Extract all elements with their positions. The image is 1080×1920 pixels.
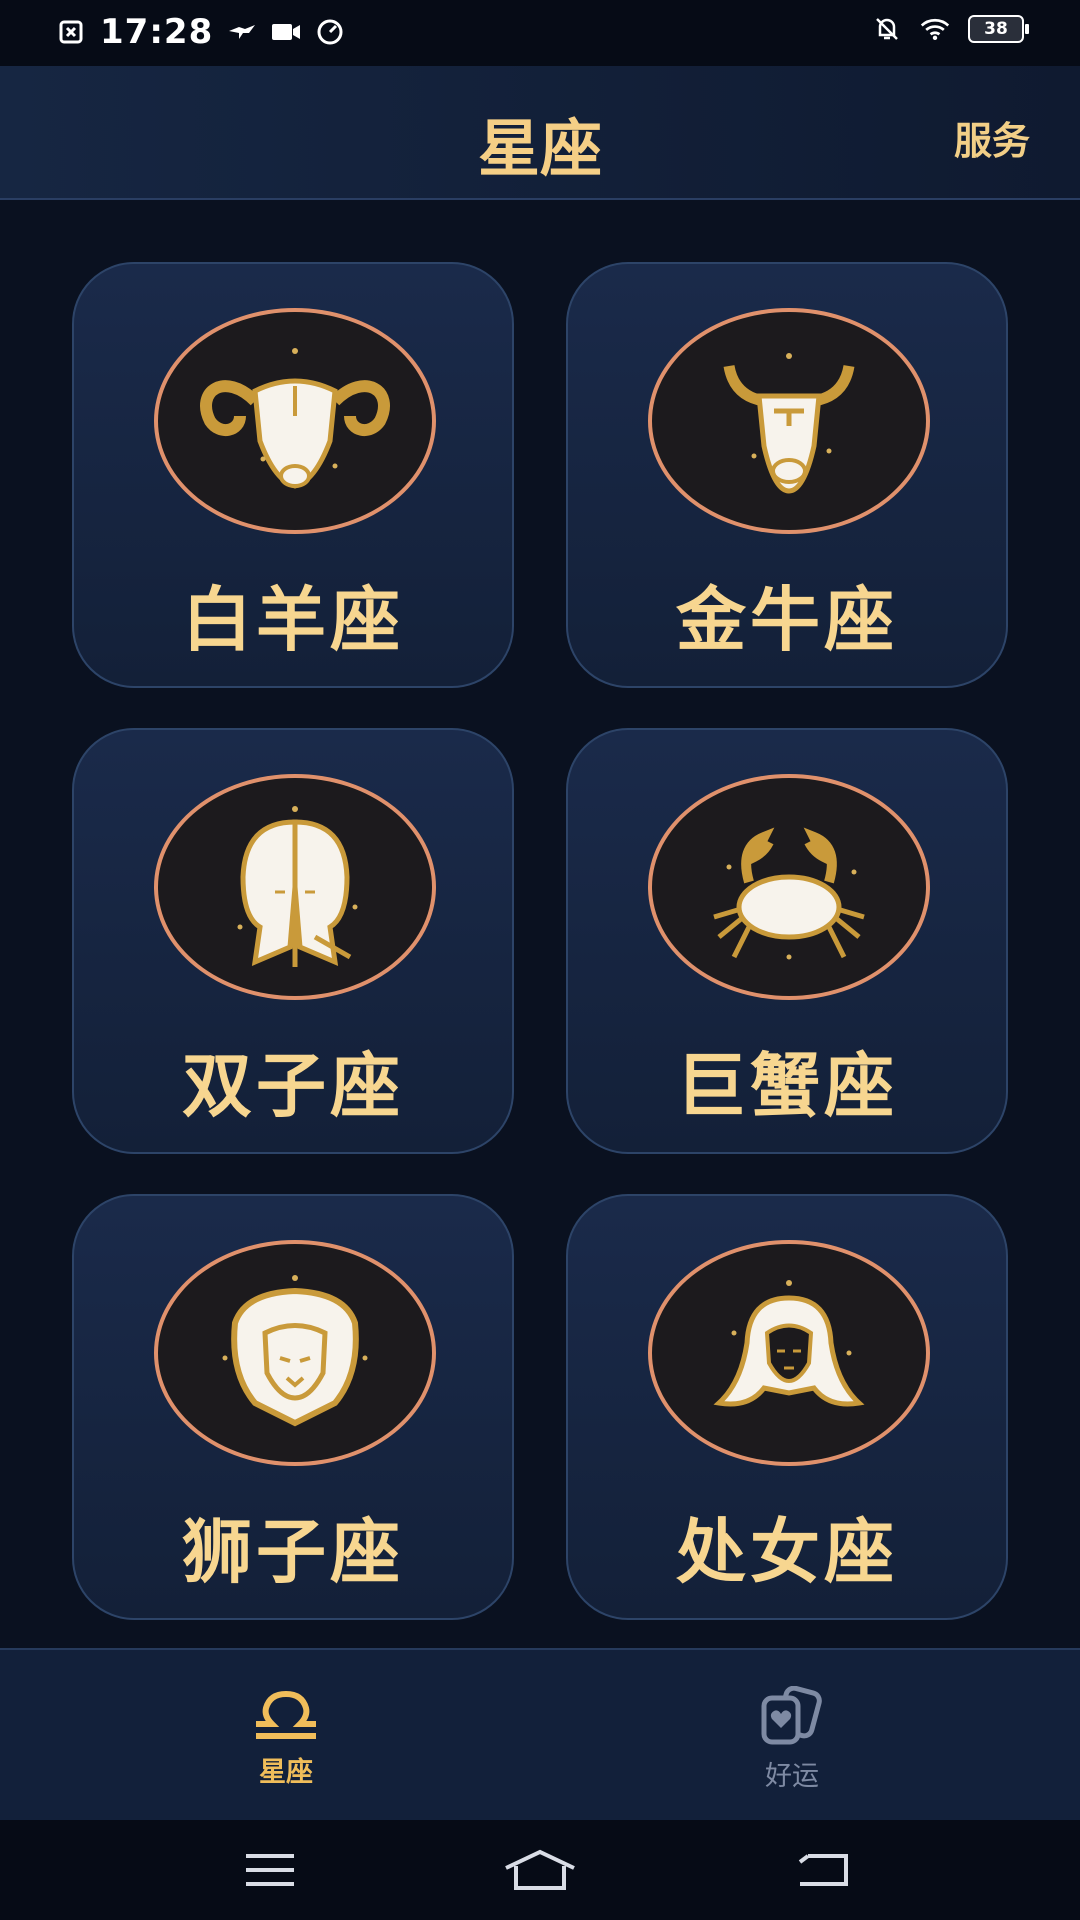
tab-label: 星座 xyxy=(259,1757,313,1788)
home-button[interactable] xyxy=(500,1842,580,1898)
page-title: 星座 xyxy=(477,112,602,185)
bird-icon xyxy=(227,17,257,47)
medallion xyxy=(648,774,930,1000)
cancer-crab-icon xyxy=(713,827,865,960)
menu-button[interactable] xyxy=(230,1842,310,1898)
battery-level: 38 xyxy=(984,19,1008,39)
battery-icon: 38 xyxy=(968,15,1029,43)
cards-heart-icon xyxy=(761,1685,822,1745)
back-button[interactable] xyxy=(784,1842,864,1898)
home-icon xyxy=(505,1849,575,1890)
app-bar: 星座 服务 xyxy=(0,66,1080,200)
services-button[interactable]: 服务 xyxy=(954,110,1030,165)
zodiac-card-gemini[interactable]: 双子座 xyxy=(72,728,514,1154)
back-icon xyxy=(798,1854,848,1886)
tab-label: 好运 xyxy=(765,1761,819,1792)
zodiac-card-cancer[interactable]: 巨蟹座 xyxy=(566,728,1008,1154)
aries-ram-icon xyxy=(200,348,390,489)
medallion xyxy=(648,1240,930,1466)
bell-off-icon xyxy=(872,14,902,44)
system-nav-bar xyxy=(0,1820,1080,1920)
medallion xyxy=(648,308,930,534)
zodiac-card-taurus[interactable]: 金牛座 xyxy=(566,262,1008,688)
zodiac-label: 金牛座 xyxy=(676,579,898,661)
tab-good-luck[interactable]: 好运 xyxy=(692,1685,892,1793)
libra-icon xyxy=(256,1690,316,1739)
zodiac-card-virgo[interactable]: 处女座 xyxy=(566,1194,1008,1620)
zodiac-label: 狮子座 xyxy=(182,1511,404,1593)
tab-zodiac[interactable]: 星座 xyxy=(186,1686,386,1789)
close-box-icon xyxy=(56,17,86,47)
gemini-twins-icon xyxy=(237,806,358,967)
speedometer-icon xyxy=(315,17,345,47)
medallion xyxy=(154,1240,436,1466)
zodiac-grid: 白羊座 金牛座 双子座 巨蟹座 狮子座 处女座 xyxy=(72,262,1008,1620)
status-bar: 17:28 38 xyxy=(0,0,1080,66)
zodiac-card-leo[interactable]: 狮子座 xyxy=(72,1194,514,1620)
medallion xyxy=(154,774,436,1000)
virgo-maiden-icon xyxy=(713,1280,865,1407)
bottom-tab-bar: 星座 好运 xyxy=(0,1648,1080,1822)
menu-icon xyxy=(246,1854,294,1886)
leo-lion-icon xyxy=(222,1275,368,1427)
zodiac-label: 白羊座 xyxy=(182,579,404,661)
video-icon xyxy=(271,17,301,47)
zodiac-label: 巨蟹座 xyxy=(676,1045,898,1127)
zodiac-label: 处女座 xyxy=(676,1511,898,1593)
wifi-icon xyxy=(920,14,950,44)
zodiac-label: 双子座 xyxy=(182,1045,404,1127)
zodiac-card-aries[interactable]: 白羊座 xyxy=(72,262,514,688)
taurus-bull-icon xyxy=(723,353,855,494)
status-time: 17:28 xyxy=(100,12,214,52)
medallion xyxy=(154,308,436,534)
